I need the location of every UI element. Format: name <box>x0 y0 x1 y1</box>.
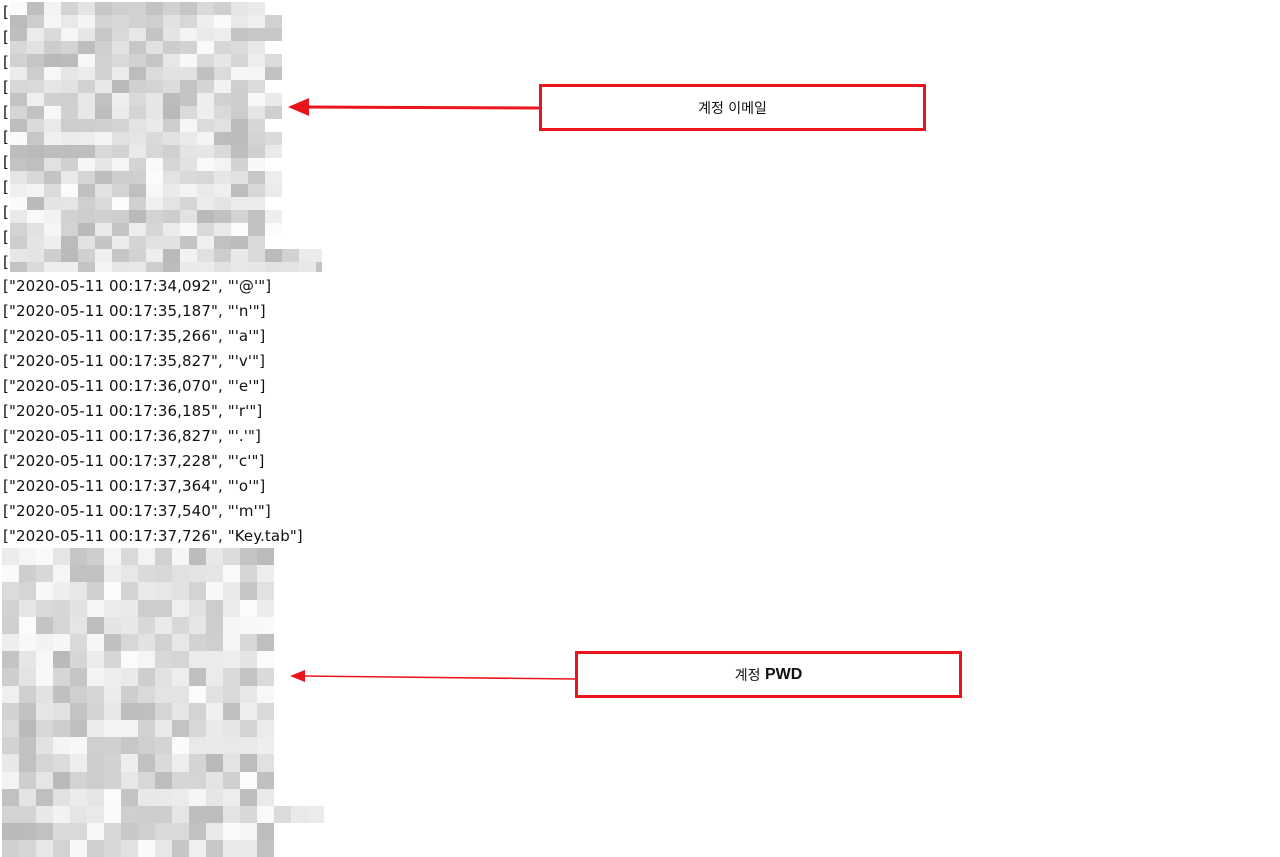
email-callout-label: 계정 이메일 <box>698 100 767 117</box>
password-callout-label-prefix: 계정 <box>734 667 765 684</box>
password-callout: 계정 PWD <box>575 651 962 698</box>
email-callout: 계정 이메일 <box>539 84 926 131</box>
email-arrow <box>288 98 541 116</box>
password-arrow <box>290 670 577 682</box>
password-callout-label-pwd: PWD <box>764 665 803 683</box>
